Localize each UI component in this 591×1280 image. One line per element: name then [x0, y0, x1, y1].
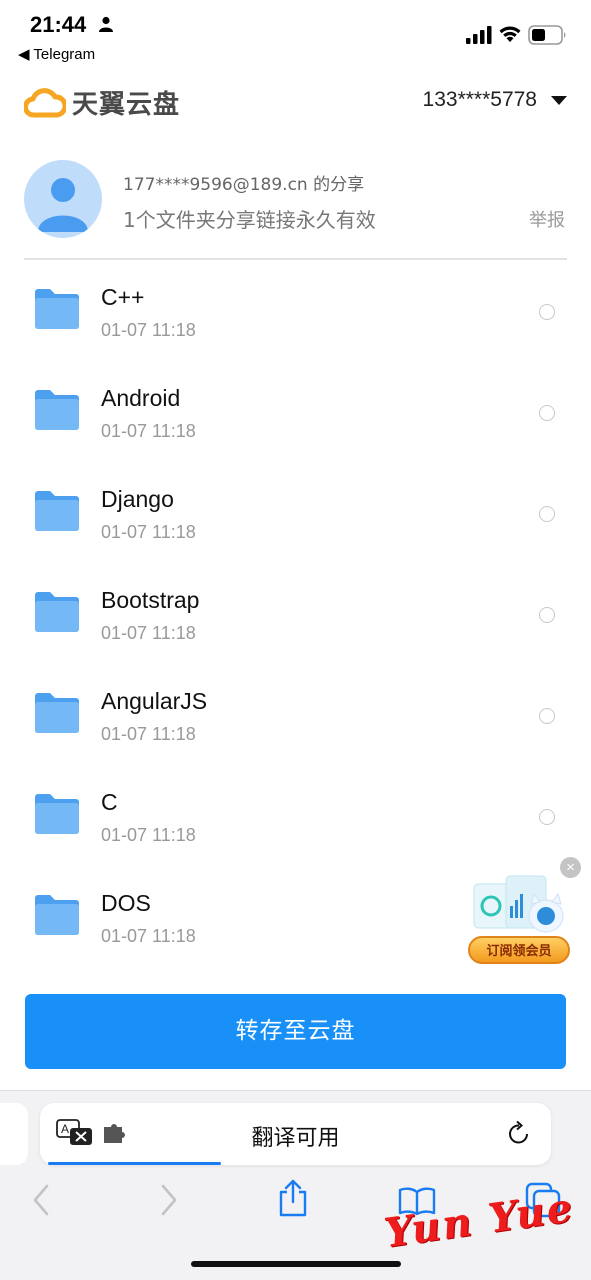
file-select-checkbox[interactable]	[539, 405, 555, 421]
caret-down-icon	[551, 95, 567, 105]
file-date: 01-07 11:18	[101, 926, 196, 946]
file-select-checkbox[interactable]	[539, 708, 555, 724]
file-list: C++ 01-07 11:18 Android 01-07 11:18 Django 01…	[0, 262, 591, 969]
forward-arrow-icon[interactable]	[158, 1182, 180, 1218]
file-name: C++	[101, 284, 145, 310]
file-select-checkbox[interactable]	[539, 506, 555, 522]
person-icon	[99, 16, 113, 32]
sharer-email: 177****9596@189.cn 的分享	[123, 175, 365, 195]
file-select-checkbox[interactable]	[539, 607, 555, 623]
cellular-signal-icon	[466, 26, 492, 44]
wifi-icon	[499, 26, 521, 42]
account-switcher[interactable]: 133****5778	[423, 88, 567, 112]
folder-icon	[33, 791, 81, 837]
file-row[interactable]: C 01-07 11:18	[0, 767, 591, 868]
file-name: DOS	[101, 890, 151, 916]
folder-icon	[33, 488, 81, 534]
share-description: 1个文件夹分享链接永久有效	[123, 208, 376, 232]
file-select-checkbox[interactable]	[539, 809, 555, 825]
file-name: Bootstrap	[101, 587, 200, 613]
file-date: 01-07 11:18	[101, 623, 196, 643]
page-load-progress	[48, 1162, 221, 1165]
file-row[interactable]: Django 01-07 11:18	[0, 464, 591, 565]
promo-illustration-icon	[473, 875, 564, 933]
file-name: Android	[101, 385, 181, 411]
app-header: 天翼云盘 133****5778	[0, 78, 591, 126]
file-date: 01-07 11:18	[101, 320, 196, 340]
cloud-drive-logo[interactable]: 天翼云盘	[24, 84, 180, 121]
folder-icon	[33, 690, 81, 736]
file-row[interactable]: AngularJS 01-07 11:18	[0, 666, 591, 767]
address-bar-text: 翻译可用	[251, 1126, 340, 1151]
file-date: 01-07 11:18	[101, 522, 196, 542]
folder-icon	[33, 892, 81, 938]
back-arrow-icon[interactable]	[30, 1182, 52, 1218]
file-date: 01-07 11:18	[101, 421, 196, 441]
file-name: AngularJS	[101, 688, 208, 714]
file-row[interactable]: C++ 01-07 11:18	[0, 262, 591, 363]
status-bar: 21:44 ◀ Telegram	[0, 0, 591, 68]
file-row[interactable]: Android 01-07 11:18	[0, 363, 591, 464]
file-name: Django	[101, 486, 174, 512]
reload-icon[interactable]	[507, 1120, 531, 1146]
status-time: 21:44	[30, 12, 87, 37]
avatar	[24, 160, 102, 238]
cloud-logo-icon	[24, 87, 66, 117]
sharer-info: 177****9596@189.cn 的分享 1个文件夹分享链接永久有效 举报	[24, 160, 567, 260]
share-icon[interactable]	[277, 1178, 309, 1218]
file-row[interactable]: Bootstrap 01-07 11:18	[0, 565, 591, 666]
back-to-app-link[interactable]: ◀ Telegram	[18, 45, 95, 63]
promo-label: 订阅领会员	[468, 936, 570, 964]
file-date: 01-07 11:18	[101, 825, 196, 845]
previous-tab-preview[interactable]	[0, 1103, 28, 1165]
user-avatar-icon	[38, 178, 88, 232]
battery-icon	[528, 25, 566, 45]
report-link[interactable]: 举报	[529, 206, 565, 232]
file-date: 01-07 11:18	[101, 724, 196, 744]
address-bar[interactable]: A 翻译可用	[40, 1103, 551, 1165]
logo-text: 天翼云盘	[72, 90, 181, 120]
folder-icon	[33, 286, 81, 332]
promo-badge[interactable]: 订阅领会员	[466, 872, 574, 968]
save-to-cloud-button[interactable]: 转存至云盘	[25, 994, 566, 1069]
home-indicator	[191, 1261, 401, 1267]
file-name: C	[101, 789, 118, 815]
folder-icon	[33, 589, 81, 635]
folder-icon	[33, 387, 81, 433]
file-select-checkbox[interactable]	[539, 304, 555, 320]
account-number: 133****5778	[422, 88, 537, 111]
